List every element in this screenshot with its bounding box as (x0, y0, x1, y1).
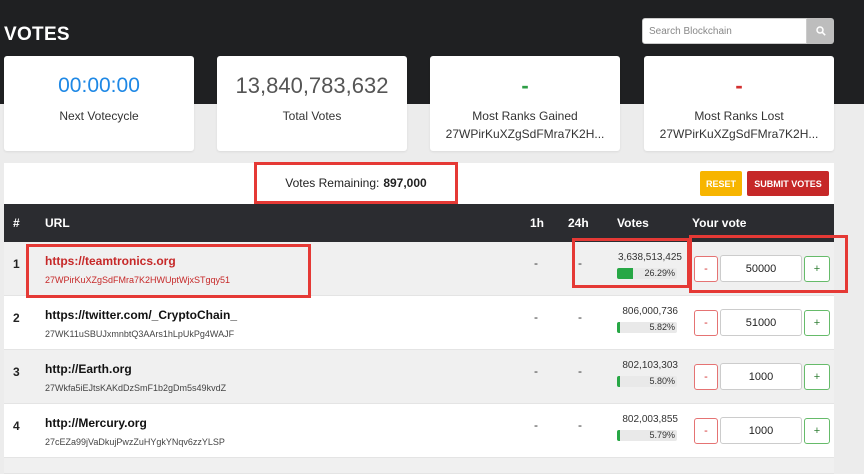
table-row: 4 http://Mercury.org 27cEZa99jVaDkujPwzZ… (4, 404, 834, 458)
highlight-your-vote-cell (689, 235, 848, 293)
stat-card-most-ranks-lost: - Most Ranks Lost 27WPirKuXZgSdFMra7K2H.… (644, 56, 834, 151)
highlight-votes-cell (572, 238, 690, 288)
stat-label: Next Votecycle (59, 109, 139, 123)
table-row: 3 http://Earth.org 27Wkfa5iEJtsKAKdDzSmF… (4, 350, 834, 404)
vote-share-bar: 5.79% (617, 430, 677, 441)
vote-share-bar: 5.80% (617, 376, 677, 387)
submit-votes-button[interactable]: SUBMIT VOTES (747, 171, 829, 196)
vote-amount-input[interactable] (720, 309, 802, 336)
row-url-link[interactable]: http://Mercury.org (45, 416, 147, 430)
header-url: URL (45, 216, 70, 230)
row-1h: - (534, 364, 538, 378)
header-votes: Votes (617, 216, 649, 230)
row-url-link[interactable]: http://Earth.org (45, 362, 132, 376)
row-24h: - (578, 310, 582, 324)
row-votes: 806,000,736 (622, 306, 678, 317)
stat-label: Total Votes (282, 109, 342, 123)
stat-value: 13,840,783,632 (235, 73, 389, 98)
stat-address-link[interactable]: 27WPirKuXZgSdFMra7K2H... (430, 127, 620, 141)
search-input[interactable] (642, 18, 807, 44)
vote-share-percent: 5.80% (649, 376, 675, 386)
votes-remaining-value: 897,000 (383, 176, 427, 190)
votes-remaining: Votes Remaining: 897,000 (254, 162, 458, 204)
row-url-link[interactable]: https://twitter.com/_CryptoChain_ (45, 308, 237, 322)
row-rank: 1 (13, 257, 20, 271)
row-1h: - (534, 256, 538, 270)
vote-share-percent: 5.79% (649, 430, 675, 440)
row-votes: 802,003,855 (622, 414, 678, 425)
stat-value: 00:00:00 (58, 74, 140, 97)
row-votes: 802,103,303 (622, 360, 678, 371)
table-row: 2 https://twitter.com/_CryptoChain_ 27WK… (4, 296, 834, 350)
vote-share-fill (617, 322, 621, 333)
header-1h: 1h (530, 216, 545, 230)
vote-amount-input[interactable] (720, 363, 802, 390)
stat-address-link[interactable]: 27WPirKuXZgSdFMra7K2H... (644, 127, 834, 141)
row-1h: - (534, 418, 538, 432)
stat-card-most-ranks-gained: - Most Ranks Gained 27WPirKuXZgSdFMra7K2… (430, 56, 620, 151)
decrease-vote-button[interactable]: - (694, 364, 718, 390)
vote-share-bar: 5.82% (617, 322, 677, 333)
row-1h: - (534, 310, 538, 324)
row-rank: 4 (13, 419, 20, 433)
search-icon (815, 26, 826, 36)
table-row-partial (4, 458, 834, 474)
row-24h: - (578, 364, 582, 378)
vote-share-fill (617, 430, 621, 441)
reset-button[interactable]: RESET (700, 171, 742, 196)
increase-vote-button[interactable]: + (804, 364, 830, 390)
row-address-link[interactable]: 27cEZa99jVaDkujPwzZuHYgkYNqv6zzYLSP (45, 437, 225, 447)
stat-card-total-votes: 13,840,783,632 Total Votes (217, 56, 407, 151)
search-box (642, 18, 834, 44)
row-24h: - (578, 418, 582, 432)
row-rank: 2 (13, 311, 20, 325)
page-title: VOTES (4, 24, 70, 45)
row-address-link[interactable]: 27Wkfa5iEJtsKAKdDzSmF1b2gDm5s49kvdZ (45, 383, 226, 393)
increase-vote-button[interactable]: + (804, 310, 830, 336)
decrease-vote-button[interactable]: - (694, 310, 718, 336)
stat-value: - (521, 73, 529, 98)
header-your-vote: Your vote (692, 216, 747, 230)
increase-vote-button[interactable]: + (804, 418, 830, 444)
stat-label: Most Ranks Gained (472, 109, 578, 123)
vote-amount-input[interactable] (720, 417, 802, 444)
decrease-vote-button[interactable]: - (694, 418, 718, 444)
header-24h: 24h (568, 216, 589, 230)
vote-share-fill (617, 376, 621, 387)
stat-label: Most Ranks Lost (694, 109, 784, 123)
votes-remaining-label: Votes Remaining: (285, 176, 380, 190)
highlight-url-cell (26, 244, 311, 298)
vote-share-percent: 5.82% (649, 322, 675, 332)
row-rank: 3 (13, 365, 20, 379)
stat-card-next-votecycle: 00:00:00 Next Votecycle (4, 56, 194, 151)
header-rank: # (13, 216, 20, 230)
row-address-link[interactable]: 27WK11uSBUJxmnbtQ3AArs1hLpUkPg4WAJF (45, 329, 234, 339)
search-button[interactable] (807, 18, 834, 44)
stat-value: - (735, 73, 743, 98)
